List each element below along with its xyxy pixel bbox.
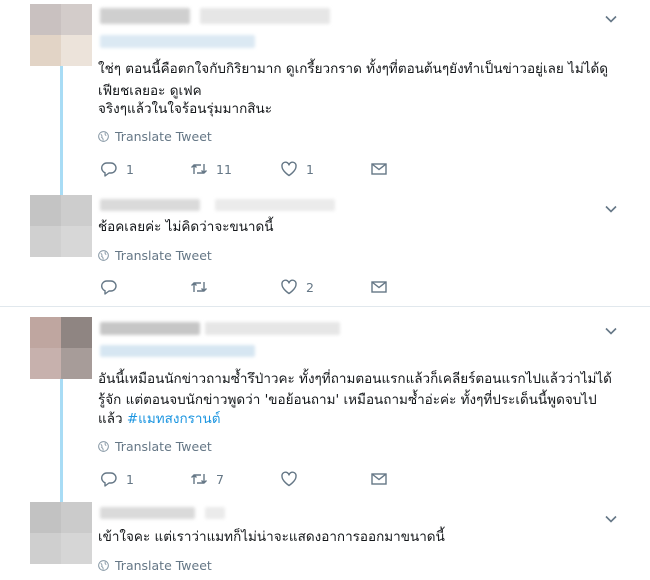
thread-line: [60, 185, 63, 195]
like-count: 2: [306, 279, 314, 295]
translate-tweet-link[interactable]: Translate Tweet: [98, 439, 212, 454]
like-button[interactable]: [280, 470, 370, 488]
tweet-text-line: แล้ว #แมทสงกรานต์: [98, 408, 221, 430]
thread-line: [60, 379, 63, 492]
envelope-icon: [371, 163, 387, 175]
translate-tweet-link[interactable]: Translate Tweet: [98, 248, 212, 263]
username-redacted: [100, 199, 200, 211]
translate-label: Translate Tweet: [115, 558, 212, 573]
tweet-text-line: จริงๆแล้วในใจร้อนรุ่มมากสินะ: [98, 101, 272, 117]
avatar[interactable]: [30, 502, 92, 564]
action-bar: 2: [100, 278, 460, 296]
handle-redacted: [215, 199, 335, 211]
globe-icon: [98, 250, 109, 261]
hashtag-link[interactable]: #แมทสงกรานต์: [127, 411, 221, 427]
retweet-button[interactable]: 11: [190, 160, 280, 178]
message-button[interactable]: [370, 278, 460, 296]
reply-icon: [101, 162, 117, 177]
retweet-count: 11: [216, 161, 232, 177]
reply-to-redacted: [100, 35, 255, 48]
heart-icon: [281, 279, 297, 295]
tweet-4[interactable]: เข้าใจคะ แต่เราว่าแมทก็ไม่น่าจะแสดงอาการ…: [0, 492, 650, 580]
reply-count: 1: [126, 471, 134, 487]
translate-tweet-link[interactable]: Translate Tweet: [98, 129, 212, 144]
translate-label: Translate Tweet: [115, 129, 212, 144]
handle-redacted: [200, 8, 330, 24]
chevron-down-icon[interactable]: [604, 324, 618, 338]
like-button[interactable]: 1: [280, 160, 370, 178]
username-redacted: [100, 322, 200, 335]
avatar[interactable]: [30, 317, 92, 379]
message-button[interactable]: [370, 470, 460, 488]
action-bar: 1 11 1: [100, 160, 460, 178]
tweet-2[interactable]: ช้อคเลยค่ะ ไม่คิดว่าจะขนาดนี้ Translate …: [0, 185, 650, 305]
reply-icon: [101, 472, 117, 487]
reply-button[interactable]: [100, 278, 190, 296]
retweet-count: 7: [216, 471, 224, 487]
username-redacted: [100, 507, 195, 519]
like-count: 1: [306, 161, 314, 177]
handle-redacted: [205, 507, 225, 519]
tweet-text-line: อันนี้เหมือนนักข่าวถามซ้ำรึป่าวคะ ทั้งๆท…: [98, 371, 612, 387]
text-prefix: แล้ว: [98, 411, 127, 427]
tweet-3[interactable]: อันนี้เหมือนนักข่าวถามซ้ำรึป่าวคะ ทั้งๆท…: [0, 307, 650, 492]
retweet-button[interactable]: 7: [190, 470, 280, 488]
action-bar: 1 7: [100, 470, 460, 488]
heart-icon: [281, 471, 297, 487]
like-button[interactable]: 2: [280, 278, 370, 296]
chevron-down-icon[interactable]: [604, 202, 618, 216]
heart-icon: [281, 161, 297, 177]
tweet-1[interactable]: ใช่ๆ ตอนนี้คือตกใจกับกิริยามาก ดูเกรี้ยว…: [0, 0, 650, 185]
tweet-text-line: ใช่ๆ ตอนนี้คือตกใจกับกิริยามาก ดูเกรี้ยว…: [98, 61, 609, 77]
thread-line: [60, 66, 63, 185]
translate-label: Translate Tweet: [115, 248, 212, 263]
reply-button[interactable]: 1: [100, 160, 190, 178]
message-button[interactable]: [370, 160, 460, 178]
translate-tweet-link[interactable]: Translate Tweet: [98, 558, 212, 573]
handle-redacted: [205, 322, 340, 335]
reply-count: 1: [126, 161, 134, 177]
chevron-down-icon[interactable]: [604, 12, 618, 26]
retweet-button[interactable]: [190, 278, 280, 296]
envelope-icon: [371, 473, 387, 485]
reply-icon: [101, 280, 117, 295]
envelope-icon: [371, 281, 387, 293]
username-redacted: [100, 8, 190, 24]
retweet-icon: [191, 164, 207, 174]
thread-line: [60, 492, 63, 502]
reply-to-redacted: [100, 345, 255, 357]
globe-icon: [98, 441, 109, 452]
reply-button[interactable]: 1: [100, 470, 190, 488]
chevron-down-icon[interactable]: [604, 512, 618, 526]
globe-icon: [98, 560, 109, 571]
tweet-text-line: เข้าใจคะ แต่เราว่าแมทก็ไม่น่าจะแสดงอาการ…: [98, 529, 445, 545]
avatar[interactable]: [30, 195, 92, 257]
retweet-icon: [191, 282, 207, 292]
globe-icon: [98, 131, 109, 142]
translate-label: Translate Tweet: [115, 439, 212, 454]
retweet-icon: [191, 474, 207, 484]
tweet-text-line: ช้อคเลยค่ะ ไม่คิดว่าจะขนาดนี้: [98, 219, 274, 235]
avatar[interactable]: [30, 4, 92, 66]
